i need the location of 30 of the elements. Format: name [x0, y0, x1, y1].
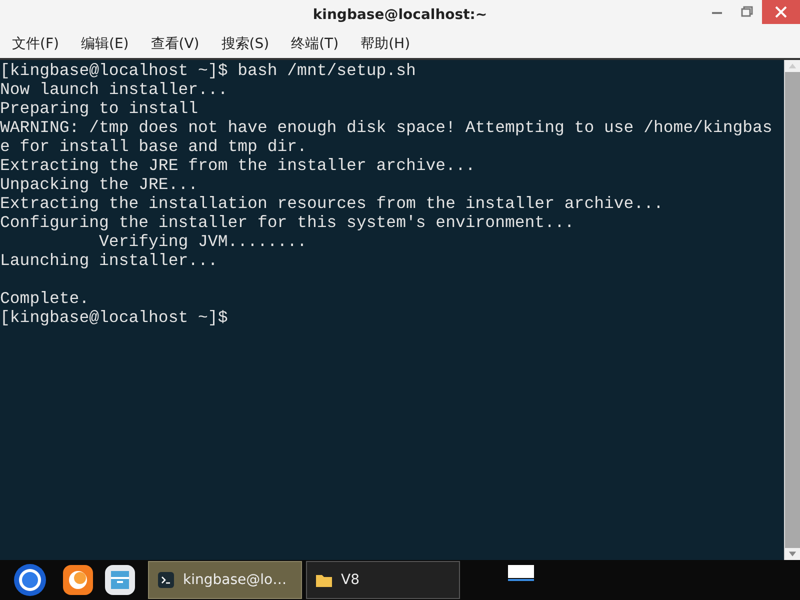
terminal-line: Complete.	[0, 289, 90, 308]
app-logo-icon[interactable]	[12, 562, 48, 598]
keyboard-indicator-icon[interactable]	[508, 565, 534, 581]
menu-item[interactable]: 终端(T)	[291, 35, 339, 53]
terminal-line: e for install base and tmp dir.	[0, 137, 307, 156]
terminal-line: Extracting the JRE from the installer archive...	[0, 156, 476, 175]
menu-item[interactable]: 编辑(E)	[80, 35, 129, 53]
terminal-line: Launching installer...	[0, 251, 218, 270]
menu-item[interactable]: 文件(F)	[12, 35, 59, 53]
terminal-line: WARNING: /tmp does not have enough disk space! Attempting to use /home/kingbas	[0, 118, 772, 137]
terminal-line: Unpacking the JRE...	[0, 175, 198, 194]
scrollbar[interactable]	[784, 60, 800, 560]
scroll-down-icon[interactable]	[785, 548, 800, 560]
terminal-line: Verifying JVM........	[98, 232, 307, 251]
terminal-icon	[157, 571, 175, 589]
terminal-line: Preparing to install	[0, 99, 198, 118]
terminal-line: Extracting the installation resources from the installer archive...	[0, 194, 664, 213]
close-icon[interactable]	[762, 0, 800, 24]
terminal-line: Now launch installer...	[0, 80, 228, 99]
taskbar-button[interactable]: kingbase@lo…	[148, 561, 302, 599]
archive-box-icon[interactable]	[102, 562, 138, 598]
menu-item[interactable]: 搜索(S)	[221, 35, 270, 53]
terminal-line: [kingbase@localhost ~]$ bash /mnt/setup.sh	[0, 61, 416, 80]
terminal-line: [kingbase@localhost ~]$	[0, 308, 228, 327]
taskbar-button[interactable]: V8	[306, 561, 460, 599]
menu-item[interactable]: 帮助(H)	[360, 35, 410, 53]
window-title: kingbase@localhost:~	[312, 7, 488, 23]
menu-item[interactable]: 查看(V)	[150, 35, 200, 53]
browser-icon[interactable]	[60, 562, 96, 598]
terminal-line: Configuring the installer for this system's environment...	[0, 213, 574, 232]
